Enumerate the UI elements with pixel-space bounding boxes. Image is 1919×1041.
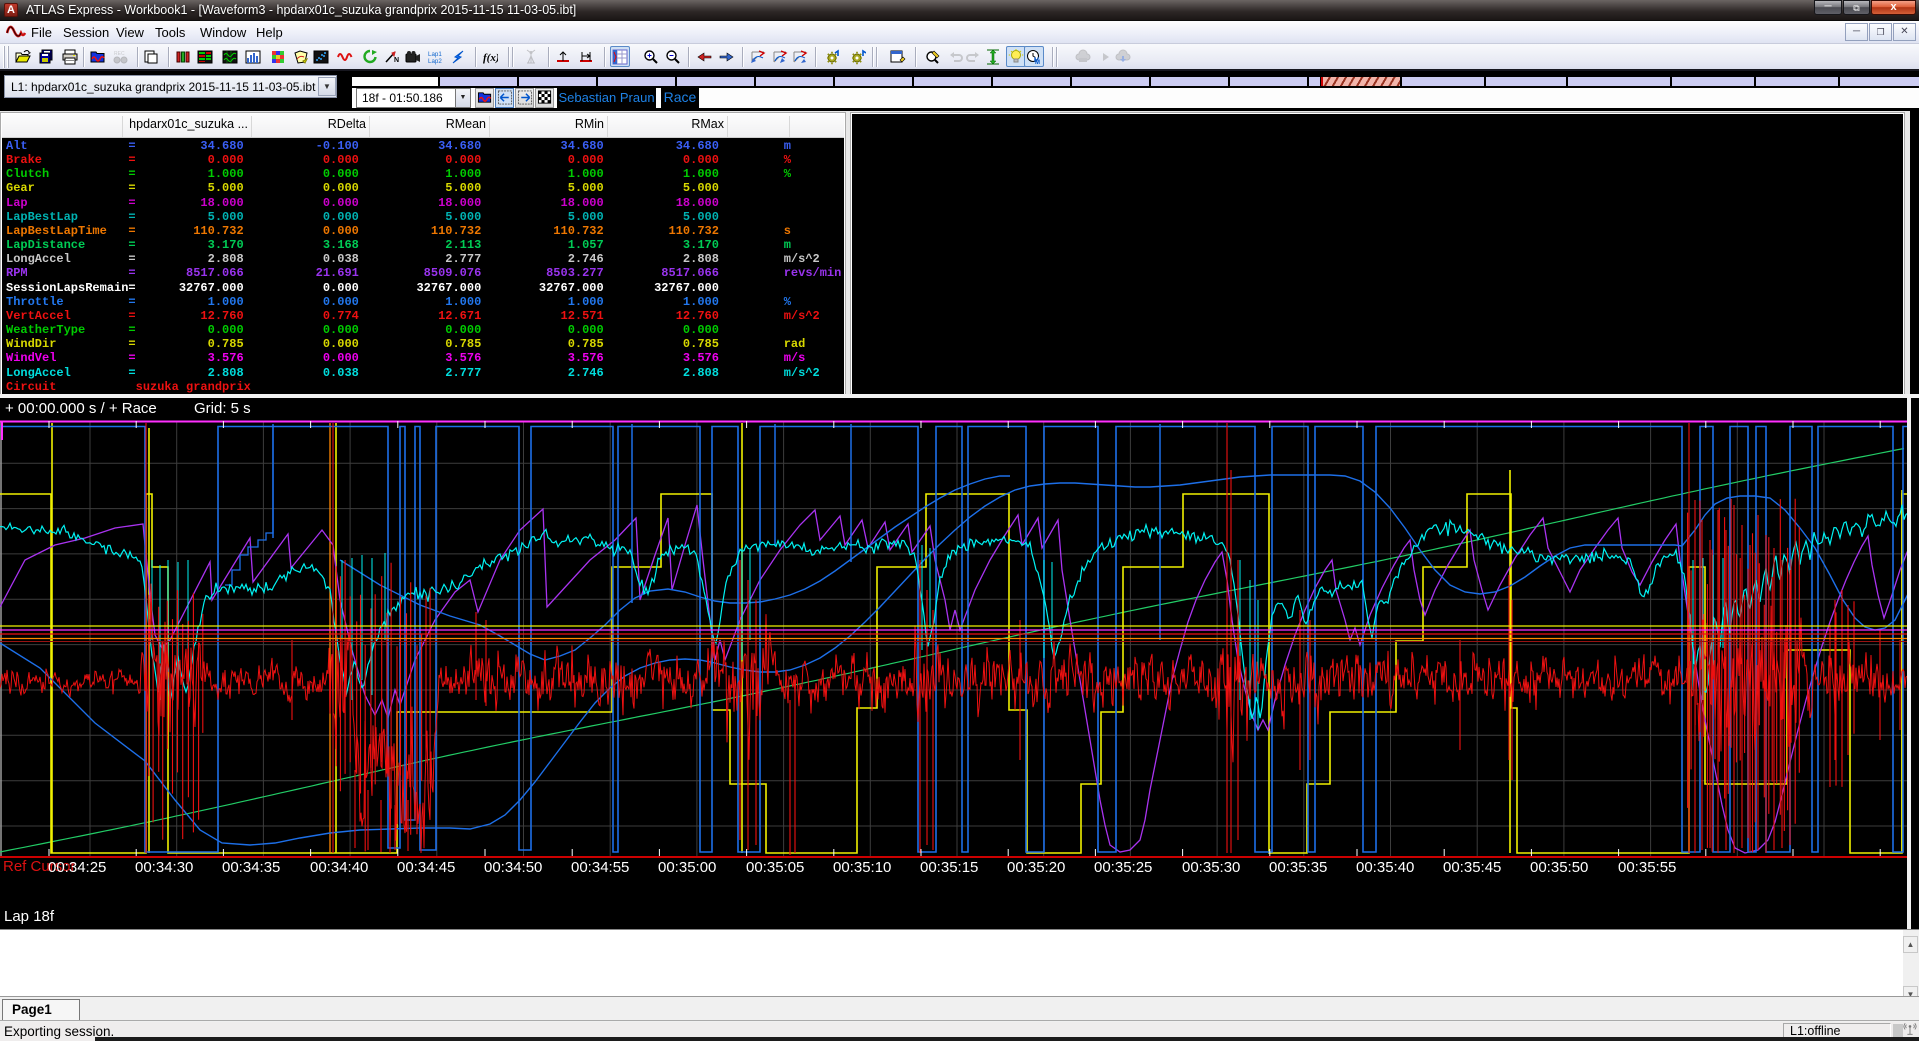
svg-text:REC: REC [114,51,125,57]
svg-text:f(x): f(x) [483,52,498,64]
svg-text:N: N [394,57,399,64]
svg-text:M: M [1035,60,1040,65]
svg-text:Lap1: Lap1 [428,51,442,58]
svg-text:Lap2: Lap2 [428,58,442,65]
